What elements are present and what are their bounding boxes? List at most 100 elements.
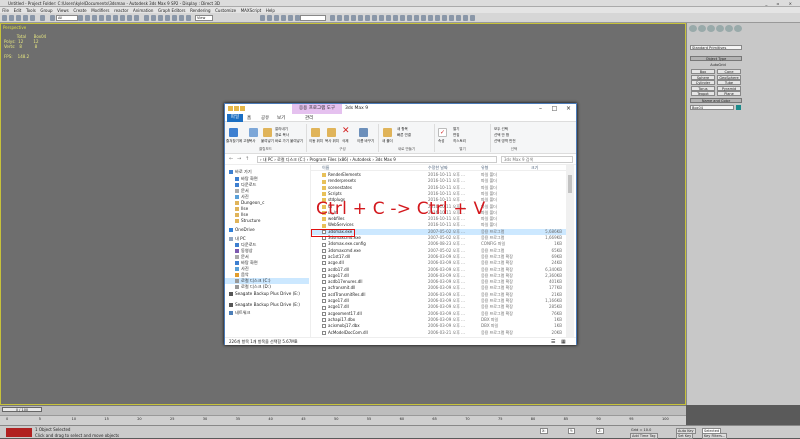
create-cylinder-button[interactable]: Cylinder (691, 80, 715, 86)
nav-item[interactable]: Structure (235, 218, 260, 224)
select-all-label[interactable]: 모두 선택 (494, 127, 508, 132)
address-bar[interactable]: › 내 PC › 로컬 디스크 (C:) › Program Files (x8… (257, 156, 497, 163)
toolbar-tool-icon[interactable] (470, 15, 475, 21)
properties-label[interactable]: 속성 (438, 139, 444, 144)
modify-tab-icon[interactable] (698, 25, 706, 32)
file-row[interactable]: AcModelDocCom.dll 2006-03-21 오후 ... 응용 프로그… (311, 330, 566, 336)
nav-item[interactable]: Seagate Backup Plus Drive (E:) (229, 302, 300, 308)
create-tube-button[interactable]: Tube (717, 80, 741, 86)
toolbar-tool-icon[interactable] (288, 15, 293, 21)
name-color-rollout[interactable]: Name and Color (690, 98, 742, 103)
nav-item[interactable]: 바로 가기 (229, 169, 252, 175)
maximize-icon[interactable]: □ (550, 105, 559, 113)
toolbar-tool-icon[interactable] (281, 15, 286, 21)
rename-icon[interactable] (359, 128, 368, 137)
display-tab-icon[interactable] (725, 25, 733, 32)
new-folder-label[interactable]: 새 폴더 (382, 139, 393, 144)
delete-icon[interactable]: ✕ (342, 126, 350, 136)
new-folder-icon[interactable] (240, 106, 245, 111)
minimize-icon[interactable]: – (536, 105, 545, 113)
time-slider-track[interactable] (0, 405, 686, 415)
z-coord-label[interactable]: Z: (596, 428, 604, 434)
move-to-icon[interactable] (311, 128, 320, 137)
tab-app-tools[interactable]: 응용 프로그램 도구 (292, 104, 342, 114)
cut-label[interactable]: 잘라내기 (275, 127, 288, 132)
object-color-swatch[interactable] (736, 105, 741, 110)
move-to-label[interactable]: 이동 위치 (309, 139, 323, 144)
toolbar-tool-icon[interactable] (165, 15, 170, 21)
create-pyramid-button[interactable]: Pyramid (717, 85, 741, 91)
toolbar-tool-icon[interactable] (435, 15, 440, 21)
ribbon-tab-3[interactable]: 보기 (277, 115, 285, 121)
toolbar-tool-icon[interactable] (379, 15, 384, 21)
copy-label[interactable]: 복사 (249, 139, 255, 144)
toolbar-tool-icon[interactable] (113, 15, 118, 21)
paste-shortcut-label[interactable]: 바로 가기 붙여넣기 (275, 139, 303, 144)
toolbar-tool-icon[interactable] (120, 15, 125, 21)
toolbar-tool-icon[interactable] (134, 15, 139, 21)
toolbar-tool-icon[interactable] (337, 15, 342, 21)
paste-label[interactable]: 붙여넣기 (261, 139, 274, 144)
toolbar-tool-icon[interactable] (92, 15, 97, 21)
autogrid-checkbox[interactable]: AutoGrid (704, 63, 732, 68)
toolbar-tool-icon[interactable] (16, 15, 21, 21)
forward-icon[interactable]: → (237, 156, 241, 162)
search-input[interactable]: 3ds Max 9 검색 (501, 156, 573, 163)
up-icon[interactable]: ↑ (245, 156, 249, 162)
command-panel-tabs[interactable] (689, 25, 799, 33)
properties-icon[interactable] (234, 106, 239, 111)
create-torus-button[interactable]: Torus (691, 85, 715, 91)
new-folder-large-icon[interactable] (383, 128, 392, 137)
toolbar-tool-icon[interactable] (127, 15, 132, 21)
ribbon-tab-0[interactable]: 파일 (227, 114, 243, 122)
object-type-rollout[interactable]: Object Type (690, 56, 742, 61)
select-none-label[interactable]: 선택 안 함 (494, 133, 509, 138)
edit-label[interactable]: 편집 (453, 133, 459, 138)
create-teapot-button[interactable]: Teapot (691, 91, 715, 97)
toolbar-tool-icon[interactable] (386, 15, 391, 21)
toolbar-tool-icon[interactable] (172, 15, 177, 21)
toolbar-tool-icon[interactable] (442, 15, 447, 21)
object-name-field[interactable]: Box04 (690, 105, 734, 110)
viewport-label[interactable]: Perspective (3, 25, 26, 30)
toolbar-tool-icon[interactable] (463, 15, 468, 21)
close-icon[interactable]: × (564, 105, 573, 113)
toolbar-tool-icon[interactable] (9, 15, 14, 21)
toolbar-tool-icon[interactable] (456, 15, 461, 21)
toolbar-tool-icon[interactable] (260, 15, 265, 21)
toolbar-tool-icon[interactable] (78, 15, 83, 21)
scroll-thumb[interactable] (568, 175, 572, 193)
toolbar-tool-icon[interactable] (400, 15, 405, 21)
column-type[interactable]: 유형 (481, 165, 488, 171)
nav-item[interactable]: 로컬 디스크 (D:) (235, 284, 271, 290)
toolbar-tool-icon[interactable] (144, 15, 149, 21)
reference-coord-dropdown[interactable]: View (195, 15, 213, 21)
open-label[interactable]: 열기 (453, 127, 459, 132)
y-coord-label[interactable]: Y: (568, 428, 575, 434)
copy-to-label[interactable]: 복사 위치 (325, 139, 339, 144)
toolbar-tool-icon[interactable] (85, 15, 90, 21)
details-view-icon[interactable]: ☰ (551, 338, 555, 346)
back-icon[interactable]: ← (229, 156, 233, 162)
toolbar-tool-icon[interactable] (344, 15, 349, 21)
rename-label[interactable]: 이름 바꾸기 (357, 139, 374, 144)
ribbon-tab-1[interactable]: 홈 (247, 115, 251, 121)
copy-to-icon[interactable] (327, 128, 336, 137)
ribbon-tab-2[interactable]: 공유 (261, 115, 269, 121)
toolbar-tool-icon[interactable] (50, 15, 55, 21)
toolbar-tool-icon[interactable] (99, 15, 104, 21)
copy-icon[interactable] (249, 128, 258, 137)
toolbar-tool-icon[interactable] (23, 15, 28, 21)
toolbar-tool-icon[interactable] (186, 15, 191, 21)
toolbar-tool-icon[interactable] (407, 15, 412, 21)
create-geosphere-button[interactable]: GeoSphere (717, 74, 741, 80)
track-bar[interactable]: 0 5 10 15 20 25 30 35 40 45 50 55 60 65 70 75 80 85 90 95 10… (0, 415, 686, 425)
toolbar-tool-icon[interactable] (40, 15, 45, 21)
easy-access-label[interactable]: 빠른 연결 (397, 133, 411, 138)
nav-item[interactable]: OneDrive (229, 227, 255, 233)
motion-tab-icon[interactable] (716, 25, 724, 32)
toolbar-tool-icon[interactable] (393, 15, 398, 21)
named-selection-dropdown[interactable] (300, 15, 326, 21)
toolbar-tool-icon[interactable] (365, 15, 370, 21)
nav-item[interactable]: 네트워크 (229, 310, 250, 316)
